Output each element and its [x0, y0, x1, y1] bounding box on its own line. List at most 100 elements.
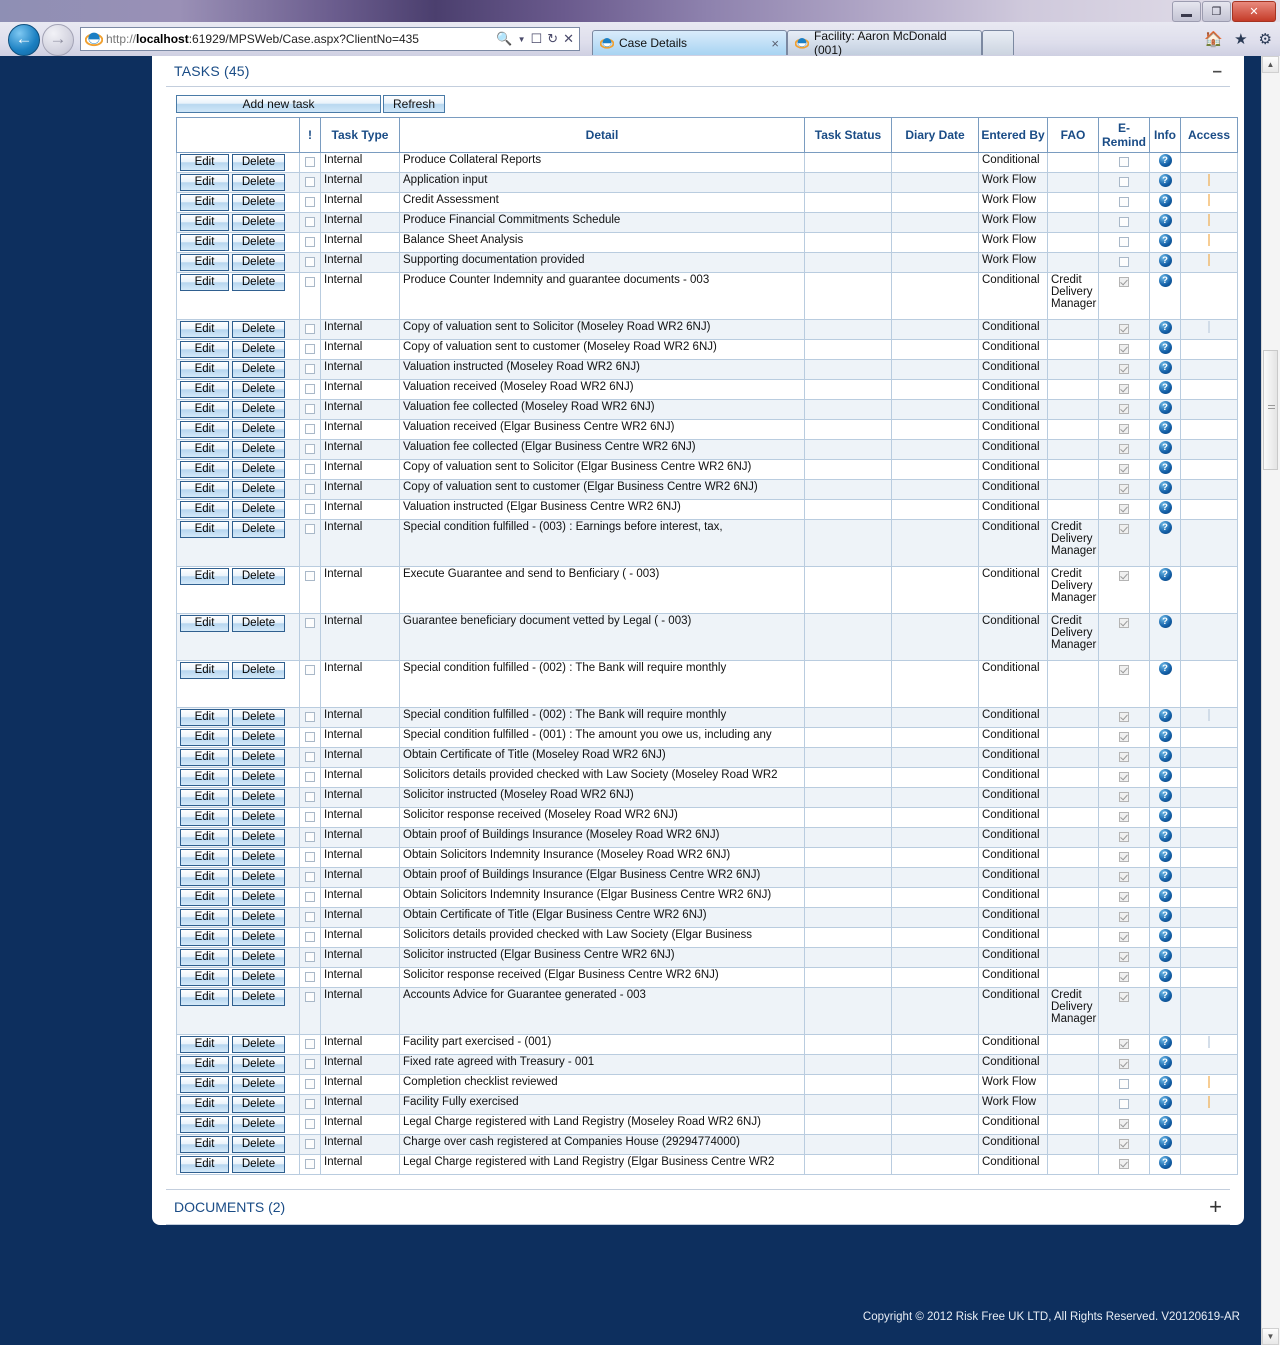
refresh-button[interactable]: Refresh	[383, 95, 445, 113]
delete-button[interactable]: Delete	[232, 274, 285, 291]
delete-button[interactable]: Delete	[232, 341, 285, 358]
edit-button[interactable]: Edit	[180, 749, 229, 766]
e-remind-checkbox[interactable]	[1119, 237, 1129, 247]
new-tab-button[interactable]	[982, 30, 1014, 55]
help-info-icon[interactable]: ?	[1158, 1036, 1172, 1049]
edit-button[interactable]: Edit	[180, 662, 229, 679]
help-info-icon[interactable]: ?	[1158, 789, 1172, 802]
e-remind-checkbox[interactable]	[1119, 832, 1129, 842]
row-checkbox[interactable]	[305, 524, 315, 534]
edit-button[interactable]: Edit	[180, 421, 229, 438]
row-checkbox[interactable]	[305, 912, 315, 922]
edit-button[interactable]: Edit	[180, 234, 229, 251]
e-remind-checkbox[interactable]	[1119, 1139, 1129, 1149]
delete-button[interactable]: Delete	[232, 361, 285, 378]
tools-gear-icon[interactable]: ⚙	[1259, 30, 1272, 48]
delete-button[interactable]: Delete	[232, 441, 285, 458]
delete-button[interactable]: Delete	[232, 501, 285, 518]
e-remind-checkbox[interactable]	[1119, 157, 1129, 167]
delete-button[interactable]: Delete	[232, 989, 285, 1006]
edit-button[interactable]: Edit	[180, 568, 229, 585]
delete-button[interactable]: Delete	[232, 521, 285, 538]
delete-button[interactable]: Delete	[232, 749, 285, 766]
delete-button[interactable]: Delete	[232, 789, 285, 806]
delete-button[interactable]: Delete	[232, 254, 285, 271]
e-remind-checkbox[interactable]	[1119, 404, 1129, 414]
tab-facility-aaron-mcdonald[interactable]: Facility: Aaron McDonald (001)	[787, 29, 982, 57]
delete-button[interactable]: Delete	[232, 401, 285, 418]
e-remind-checkbox[interactable]	[1119, 1079, 1129, 1089]
scroll-down-button[interactable]: ▼	[1262, 1328, 1279, 1345]
edit-button[interactable]: Edit	[180, 274, 229, 291]
help-info-icon[interactable]: ?	[1158, 749, 1172, 762]
help-info-icon[interactable]: ?	[1158, 709, 1172, 722]
row-checkbox[interactable]	[305, 992, 315, 1002]
help-info-icon[interactable]: ?	[1158, 969, 1172, 982]
delete-button[interactable]: Delete	[232, 421, 285, 438]
edit-button[interactable]: Edit	[180, 361, 229, 378]
delete-button[interactable]: Delete	[232, 829, 285, 846]
e-remind-checkbox[interactable]	[1119, 277, 1129, 287]
help-info-icon[interactable]: ?	[1158, 1156, 1172, 1169]
edit-button[interactable]: Edit	[180, 1116, 229, 1133]
edit-button[interactable]: Edit	[180, 501, 229, 518]
row-checkbox[interactable]	[305, 852, 315, 862]
delete-button[interactable]: Delete	[232, 729, 285, 746]
delete-button[interactable]: Delete	[232, 214, 285, 231]
row-checkbox[interactable]	[305, 1119, 315, 1129]
row-checkbox[interactable]	[305, 504, 315, 514]
e-remind-checkbox[interactable]	[1119, 972, 1129, 982]
help-info-icon[interactable]: ?	[1158, 949, 1172, 962]
edit-button[interactable]: Edit	[180, 381, 229, 398]
e-remind-checkbox[interactable]	[1119, 197, 1129, 207]
e-remind-checkbox[interactable]	[1119, 571, 1129, 581]
row-checkbox[interactable]	[305, 972, 315, 982]
help-info-icon[interactable]: ?	[1158, 989, 1172, 1002]
delete-button[interactable]: Delete	[232, 889, 285, 906]
chevron-down-icon[interactable]: ▼	[518, 35, 526, 44]
close-icon[interactable]: ×	[771, 36, 779, 51]
row-checkbox[interactable]	[305, 344, 315, 354]
help-info-icon[interactable]: ?	[1158, 729, 1172, 742]
e-remind-checkbox[interactable]	[1119, 852, 1129, 862]
help-info-icon[interactable]: ?	[1158, 401, 1172, 414]
e-remind-checkbox[interactable]	[1119, 792, 1129, 802]
delete-button[interactable]: Delete	[232, 769, 285, 786]
help-info-icon[interactable]: ?	[1158, 1136, 1172, 1149]
delete-button[interactable]: Delete	[232, 869, 285, 886]
help-info-icon[interactable]: ?	[1158, 615, 1172, 628]
edit-button[interactable]: Edit	[180, 889, 229, 906]
close-button[interactable]: ✕	[1232, 1, 1276, 22]
row-checkbox[interactable]	[305, 237, 315, 247]
help-info-icon[interactable]: ?	[1158, 194, 1172, 207]
delete-button[interactable]: Delete	[232, 1116, 285, 1133]
documents-panel[interactable]: DOCUMENTS (2) +	[166, 1189, 1230, 1225]
e-remind-checkbox[interactable]	[1119, 384, 1129, 394]
e-remind-checkbox[interactable]	[1119, 524, 1129, 534]
row-checkbox[interactable]	[305, 364, 315, 374]
documents-panel-header[interactable]: DOCUMENTS (2) +	[166, 1190, 1230, 1225]
e-remind-checkbox[interactable]	[1119, 1099, 1129, 1109]
e-remind-checkbox[interactable]	[1119, 1039, 1129, 1049]
edit-button[interactable]: Edit	[180, 441, 229, 458]
delete-button[interactable]: Delete	[232, 321, 285, 338]
edit-button[interactable]: Edit	[180, 1076, 229, 1093]
e-remind-checkbox[interactable]	[1119, 344, 1129, 354]
forward-button[interactable]: →	[42, 24, 74, 56]
delete-button[interactable]: Delete	[232, 909, 285, 926]
help-info-icon[interactable]: ?	[1158, 662, 1172, 675]
row-checkbox[interactable]	[305, 324, 315, 334]
e-remind-checkbox[interactable]	[1119, 872, 1129, 882]
help-info-icon[interactable]: ?	[1158, 849, 1172, 862]
row-checkbox[interactable]	[305, 197, 315, 207]
row-checkbox[interactable]	[305, 424, 315, 434]
edit-button[interactable]: Edit	[180, 1036, 229, 1053]
delete-button[interactable]: Delete	[232, 949, 285, 966]
e-remind-checkbox[interactable]	[1119, 1119, 1129, 1129]
row-checkbox[interactable]	[305, 665, 315, 675]
search-icon[interactable]: 🔍	[496, 31, 512, 47]
help-info-icon[interactable]: ?	[1158, 274, 1172, 287]
row-checkbox[interactable]	[305, 772, 315, 782]
scrollbar-thumb[interactable]	[1263, 350, 1278, 470]
help-info-icon[interactable]: ?	[1158, 1076, 1172, 1089]
